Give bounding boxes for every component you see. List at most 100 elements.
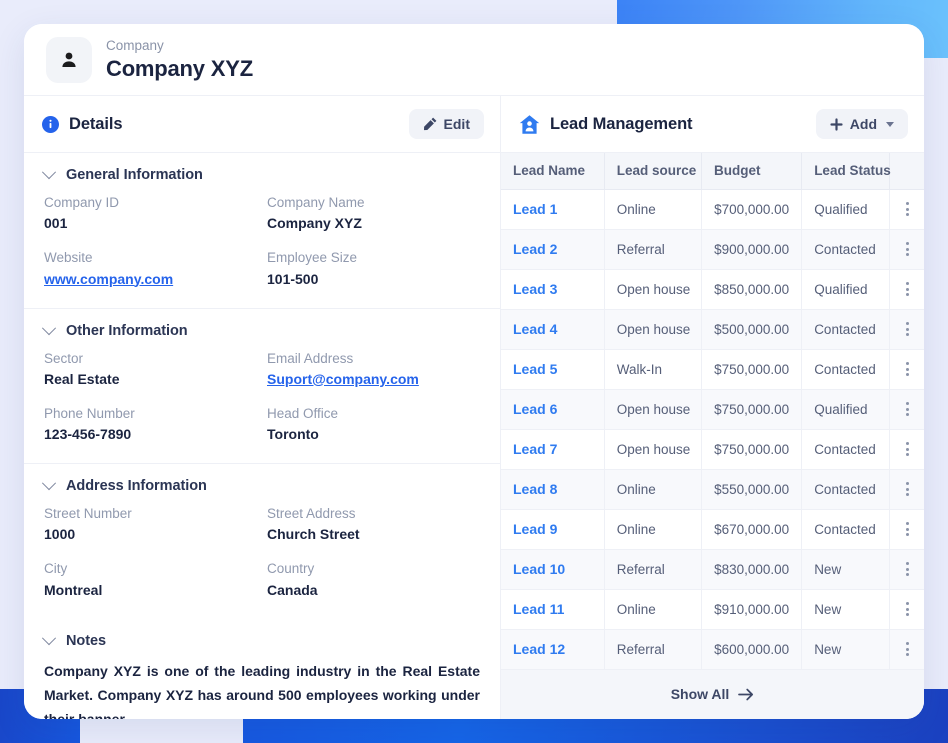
cell-budget: $750,000.00: [701, 429, 803, 470]
details-section-header[interactable]: General Information: [41, 165, 482, 183]
lead-name-link[interactable]: Lead 5: [513, 361, 557, 377]
cell-budget: $900,000.00: [701, 229, 803, 270]
field-link[interactable]: Suport@company.com: [267, 369, 482, 390]
field-value: Real Estate: [44, 370, 120, 387]
cell-lead-name: Lead 3: [501, 269, 605, 310]
kebab-menu-icon[interactable]: [902, 321, 912, 338]
page-title: Company XYZ: [106, 55, 253, 81]
details-sections: General Information Company ID 001 Company …: [24, 153, 500, 619]
cell-row-menu: [889, 229, 924, 270]
cell-lead-status: New: [801, 589, 891, 630]
kebab-menu-icon[interactable]: [902, 441, 912, 458]
company-record-card: Company Company XYZ Details Edit General…: [24, 24, 924, 719]
cell-lead-source: Online: [604, 469, 702, 510]
kebab-menu-icon[interactable]: [902, 641, 912, 658]
details-field: Employee Size 101-500: [267, 248, 482, 289]
field-label: Country: [267, 561, 315, 577]
cell-row-menu: [889, 549, 924, 590]
kebab-menu-icon[interactable]: [902, 481, 912, 498]
lead-name-link[interactable]: Lead 4: [513, 321, 557, 337]
lead-name-link[interactable]: Lead 8: [513, 481, 557, 497]
kebab-menu-icon[interactable]: [902, 401, 912, 418]
field-link[interactable]: www.company.com: [44, 269, 259, 290]
chevron-down-icon: [41, 165, 57, 180]
leads-table-wrap: Lead Name Lead source Budget Lead Status Le…: [501, 153, 924, 719]
cell-lead-source: Online: [604, 189, 702, 230]
table-row[interactable]: Lead 12 Referral $600,000.00 New: [501, 629, 924, 670]
table-row[interactable]: Lead 3 Open house $850,000.00 Qualified: [501, 269, 924, 310]
table-row[interactable]: Lead 10 Referral $830,000.00 New: [501, 549, 924, 590]
show-all-button[interactable]: Show All: [671, 686, 755, 702]
lead-name-link[interactable]: Lead 3: [513, 281, 557, 297]
notes-section-header[interactable]: Notes: [41, 630, 482, 649]
table-column-header[interactable]: Lead Status: [801, 153, 891, 190]
cell-lead-name: Lead 10: [501, 549, 605, 590]
cell-lead-source: Open house: [604, 269, 702, 310]
cell-lead-status: Qualified: [801, 269, 891, 310]
cell-lead-status: Contacted: [801, 229, 891, 270]
kebab-menu-icon[interactable]: [902, 201, 912, 218]
cell-budget: $750,000.00: [701, 389, 803, 430]
details-section-header[interactable]: Other Information: [41, 320, 482, 339]
kebab-menu-icon[interactable]: [902, 281, 912, 298]
cell-lead-source: Open house: [604, 389, 702, 430]
table-row[interactable]: Lead 1 Online $700,000.00 Qualified: [501, 189, 924, 230]
cell-lead-source: Online: [604, 589, 702, 630]
table-row[interactable]: Lead 9 Online $670,000.00 Contacted: [501, 509, 924, 550]
details-section-title: Address Information: [66, 478, 207, 494]
table-column-header[interactable]: Budget: [701, 153, 803, 190]
table-column-header[interactable]: [889, 153, 924, 190]
details-field: Head Office Toronto: [267, 404, 482, 445]
card-header: Company Company XYZ: [24, 24, 924, 96]
edit-button[interactable]: Edit: [408, 109, 484, 139]
cell-row-menu: [889, 429, 924, 470]
lead-name-link[interactable]: Lead 9: [513, 521, 557, 537]
lead-name-link[interactable]: Lead 12: [513, 641, 565, 657]
kebab-menu-icon[interactable]: [902, 601, 912, 618]
table-header-row: Lead Name Lead source Budget Lead Status: [501, 153, 924, 190]
cell-row-menu: [889, 349, 924, 390]
table-row[interactable]: Lead 8 Online $550,000.00 Contacted: [501, 469, 924, 510]
chevron-down-icon: [41, 320, 57, 335]
table-row[interactable]: Lead 2 Referral $900,000.00 Contacted: [501, 229, 924, 270]
kebab-menu-icon[interactable]: [902, 361, 912, 378]
table-row[interactable]: Lead 7 Open house $750,000.00 Contacted: [501, 429, 924, 470]
cell-budget: $500,000.00: [701, 309, 803, 350]
kebab-menu-icon[interactable]: [902, 521, 912, 538]
details-section-header[interactable]: Address Information: [41, 476, 482, 494]
table-column-header[interactable]: Lead source: [604, 153, 702, 190]
add-lead-button[interactable]: Add: [815, 109, 908, 139]
kebab-menu-icon[interactable]: [902, 241, 912, 258]
field-label: Head Office: [267, 405, 339, 421]
lead-name-link[interactable]: Lead 10: [513, 561, 565, 577]
lead-name-link[interactable]: Lead 6: [513, 401, 557, 417]
details-field: Country Canada: [267, 559, 482, 600]
details-content: General Information Company ID 001 Company …: [24, 153, 500, 719]
table-column-header[interactable]: Lead Name: [501, 153, 605, 190]
lead-name-link[interactable]: Lead 2: [513, 241, 557, 257]
cell-lead-name: Lead 1: [501, 189, 605, 230]
details-field: Phone Number 123-456-7890: [44, 404, 259, 445]
details-field: City Montreal: [44, 559, 259, 600]
cell-lead-source: Online: [604, 509, 702, 550]
kebab-menu-icon[interactable]: [902, 561, 912, 578]
details-section: Other Information Sector Real Estate Email …: [24, 309, 500, 464]
field-value: 123-456-7890: [44, 426, 132, 442]
table-row[interactable]: Lead 5 Walk-In $750,000.00 Contacted: [501, 349, 924, 390]
lead-name-link[interactable]: Lead 7: [513, 441, 557, 457]
lead-name-link[interactable]: Lead 1: [513, 201, 557, 217]
avatar: [46, 36, 92, 83]
cell-lead-status: Contacted: [801, 309, 891, 350]
cell-lead-status: New: [801, 549, 891, 590]
details-field-grid: Company ID 001 Company Name Company XYZ Webs…: [42, 193, 482, 290]
table-row[interactable]: Lead 6 Open house $750,000.00 Qualified: [501, 389, 924, 430]
person-icon: [59, 50, 79, 70]
cell-row-menu: [889, 589, 924, 630]
cell-budget: $750,000.00: [701, 349, 803, 390]
table-row[interactable]: Lead 4 Open house $500,000.00 Contacted: [501, 309, 924, 350]
details-field-grid: Street Number 1000 Street Address Church St…: [42, 504, 482, 601]
field-label: Website: [44, 250, 93, 266]
cell-lead-name: Lead 4: [501, 309, 605, 350]
table-row[interactable]: Lead 11 Online $910,000.00 New: [501, 589, 924, 630]
lead-name-link[interactable]: Lead 11: [513, 601, 564, 617]
